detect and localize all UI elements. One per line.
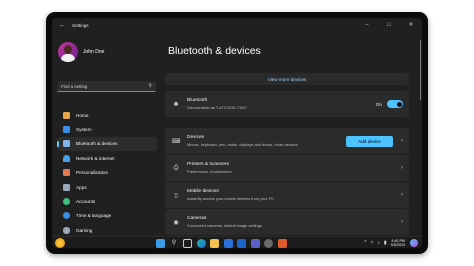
outlook-icon[interactable] xyxy=(237,238,246,248)
battery-icon[interactable]: ▮ xyxy=(384,240,387,246)
devices-icon: ⌨ xyxy=(171,138,181,145)
bluetooth-subtitle: Discoverable as "LATITUDE-7340" xyxy=(187,104,247,110)
minimize-button[interactable]: – xyxy=(356,18,378,32)
teams-icon[interactable] xyxy=(250,238,260,248)
sidebar: John Doe Find a setting ⚲ Home System Bl… xyxy=(52,32,162,248)
printer-icon: ⎙ xyxy=(173,164,179,171)
controller-icon xyxy=(63,226,70,234)
sidebar-item-label: Time & language xyxy=(76,213,112,219)
view-more-label: View more devices xyxy=(267,76,307,82)
printers-row[interactable]: ⎙ Printers & scanners Preferences, troub… xyxy=(165,155,409,181)
sidebar-item-label: Network & internet xyxy=(76,155,115,161)
sidebar-item-label: Accounts xyxy=(76,199,96,205)
sidebar-item-label: Bluetooth & devices xyxy=(76,141,118,147)
chevron-up-icon[interactable]: ^ xyxy=(364,240,366,246)
brush-icon xyxy=(63,169,70,177)
printers-subtitle: Preferences, troubleshoot xyxy=(187,168,232,174)
window-controls: – □ ✕ xyxy=(356,18,422,32)
copilot-icon[interactable] xyxy=(410,239,418,247)
taskbar: ⚲ ^ ≈ ♪ ▮ 4:45 PM 9/5/2024 xyxy=(52,236,422,248)
title-bar: ← Settings – □ ✕ xyxy=(52,18,422,32)
bluetooth-row: ✱ Bluetooth Discoverable as "LATITUDE-73… xyxy=(165,91,409,117)
sidebar-item-apps[interactable]: Apps xyxy=(57,180,157,194)
file-explorer-icon[interactable] xyxy=(210,238,219,248)
system-tray: ^ ≈ ♪ ▮ 4:45 PM 9/5/2024 xyxy=(364,237,418,248)
volume-icon[interactable]: ♪ xyxy=(377,240,380,246)
bluetooth-icon: ✱ xyxy=(173,101,179,108)
taskbar-apps: ⚲ xyxy=(156,238,291,248)
devices-row[interactable]: ⌨ Devices Mouse, keyboard, pen, audio, d… xyxy=(165,128,409,154)
sidebar-nav: Home System Bluetooth & devices Network … xyxy=(57,108,157,248)
view-more-devices-button[interactable]: View more devices xyxy=(165,73,409,85)
weather-icon[interactable] xyxy=(55,238,65,248)
sidebar-item-home[interactable]: Home xyxy=(57,108,157,122)
clock-date: 9/5/2024 xyxy=(390,243,405,247)
sidebar-item-time-language[interactable]: Time & language xyxy=(57,209,157,223)
mobile-devices-title: Mobile devices xyxy=(187,189,219,195)
back-arrow-icon[interactable]: ← xyxy=(59,22,67,29)
sidebar-item-label: Gaming xyxy=(76,227,93,233)
app-icon[interactable] xyxy=(277,238,287,248)
close-button[interactable]: ✕ xyxy=(400,18,422,32)
search-icon[interactable]: ⚲ xyxy=(170,239,179,248)
cameras-title: Cameras xyxy=(187,216,207,222)
clock[interactable]: 4:45 PM 9/5/2024 xyxy=(391,239,405,248)
home-icon xyxy=(63,111,70,119)
main-content: Bluetooth & devices View more devices ✱ … xyxy=(165,32,422,248)
search-icon: ⚲ xyxy=(148,83,152,89)
windows-start-icon[interactable] xyxy=(156,238,165,248)
chevron-right-icon: › xyxy=(401,138,403,144)
task-view-icon[interactable] xyxy=(183,238,192,248)
mobile-devices-row[interactable]: ▯ Mobile devices Instantly access your m… xyxy=(165,182,409,208)
sidebar-item-accounts[interactable]: Accounts xyxy=(57,194,157,208)
sidebar-item-label: Apps xyxy=(76,184,87,190)
bluetooth-title: Bluetooth xyxy=(187,98,208,104)
sidebar-item-label: Personalization xyxy=(76,170,109,176)
scrollbar[interactable] xyxy=(419,40,421,100)
window-title: Settings xyxy=(72,22,89,28)
page-title: Bluetooth & devices xyxy=(168,45,261,57)
cameras-subtitle: Connected cameras, default image setting… xyxy=(187,222,262,228)
globe-clock-icon xyxy=(63,212,70,220)
bluetooth-state-label: On xyxy=(375,101,382,107)
sidebar-item-label: Home xyxy=(76,112,89,118)
monitor-icon xyxy=(63,126,70,134)
bluetooth-toggle[interactable] xyxy=(387,100,403,108)
camera-icon: ◉ xyxy=(173,219,179,226)
avatar xyxy=(58,42,78,62)
sidebar-item-network[interactable]: Network & internet xyxy=(57,151,157,165)
user-profile[interactable]: John Doe xyxy=(58,42,104,62)
store-icon[interactable] xyxy=(223,238,233,248)
mobile-devices-subtitle: Instantly access your mobile devices fro… xyxy=(187,195,275,201)
sidebar-item-personalization[interactable]: Personalization xyxy=(57,166,157,180)
chevron-right-icon: › xyxy=(401,192,403,198)
wifi-icon[interactable]: ≈ xyxy=(371,240,374,246)
add-device-button[interactable]: Add device xyxy=(346,135,393,147)
chevron-right-icon: › xyxy=(401,219,403,225)
devices-subtitle: Mouse, keyboard, pen, audio, displays an… xyxy=(187,141,298,147)
sidebar-item-system[interactable]: System xyxy=(57,122,157,136)
maximize-button[interactable]: □ xyxy=(378,18,400,32)
sidebar-item-label: System xyxy=(76,127,92,133)
search-placeholder: Find a setting xyxy=(61,83,88,89)
user-name: John Doe xyxy=(83,49,105,55)
sidebar-item-bluetooth[interactable]: Bluetooth & devices xyxy=(57,136,157,152)
laptop-frame: ← Settings – □ ✕ John Doe Find a setting… xyxy=(46,12,428,254)
settings-window: ← Settings – □ ✕ John Doe Find a setting… xyxy=(52,18,422,248)
wifi-icon xyxy=(63,154,70,162)
search-input[interactable]: Find a setting ⚲ xyxy=(57,81,156,92)
cameras-row[interactable]: ◉ Cameras Connected cameras, default ima… xyxy=(165,209,409,235)
edge-icon[interactable] xyxy=(196,238,206,248)
bluetooth-devices-icon xyxy=(63,140,70,148)
apps-icon xyxy=(63,183,70,191)
devices-title: Devices xyxy=(187,135,205,141)
phone-icon: ▯ xyxy=(174,192,178,199)
settings-icon[interactable] xyxy=(264,238,273,248)
printers-title: Printers & scanners xyxy=(187,162,229,168)
chevron-right-icon: › xyxy=(401,165,403,171)
person-icon xyxy=(63,198,70,206)
